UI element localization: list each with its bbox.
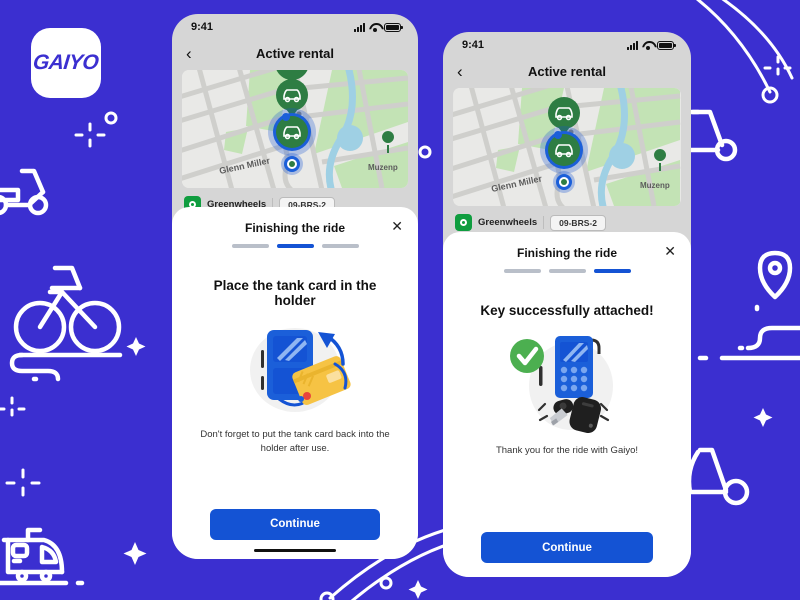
bicycle-icon	[9, 265, 123, 382]
sheet-header: Finishing the ride ✕	[443, 232, 691, 273]
success-check-icon	[510, 338, 544, 373]
status-bar: 9:41	[172, 14, 418, 40]
nav-bar: ‹ Active rental	[172, 40, 418, 66]
vehicle-info-row: Greenwheels 09-BRS-2	[443, 206, 691, 231]
wifi-icon	[369, 23, 380, 32]
tank-card-holder-illustration	[250, 327, 351, 412]
step-2	[548, 269, 586, 273]
step-progress	[172, 244, 418, 248]
battery-icon	[384, 22, 403, 32]
car-marker-blue	[540, 126, 588, 174]
location-pin-icon	[757, 250, 793, 300]
continue-button[interactable]: Continue	[481, 532, 653, 563]
key-fob-device-illustration	[510, 335, 613, 433]
continue-button[interactable]: Continue	[210, 508, 380, 540]
home-indicator	[254, 548, 336, 552]
svg-text:Muzenp: Muzenp	[640, 181, 670, 190]
sheet-headline: Key successfully attached!	[480, 302, 654, 318]
scooter-icon	[0, 168, 49, 216]
bottom-sheet-key-attached: Finishing the ride ✕ Key successfully at…	[443, 232, 691, 577]
location-dot-marker	[553, 171, 575, 193]
kick-scooter-icon	[686, 447, 750, 506]
gaiyo-logo: GAIYO	[31, 28, 101, 98]
phone-screen-key-attached: 9:41 ‹ Active rental Glenn Miller Muzenp…	[443, 32, 691, 577]
map-view[interactable]: Glenn Miller Muzenp	[453, 88, 681, 206]
gaiyo-logo-text: GAIYO	[32, 51, 100, 74]
route-line-icon	[697, 304, 800, 361]
svg-text:Muzenp: Muzenp	[368, 163, 398, 172]
sheet-body: Key successfully attached! Thank you for…	[443, 273, 691, 578]
dot-icon	[104, 111, 118, 125]
provider-name: Greenwheels	[478, 217, 538, 228]
page-title: Active rental	[527, 63, 607, 79]
dot-icon	[418, 145, 432, 159]
location-dot-marker	[281, 153, 303, 175]
license-plate: 09-BRS-2	[550, 214, 606, 231]
cellular-signal-icon	[354, 22, 365, 32]
cellular-signal-icon	[627, 40, 638, 50]
phone-screen-tank-card: 9:41 ‹ Active rental Glenn Miller Muzenp…	[172, 14, 418, 559]
status-bar: 9:41	[443, 32, 691, 58]
sheet-headline: Place the tank card in the holder	[213, 277, 377, 308]
sheet-subtext: Thank you for the ride with Gaiyo!	[495, 444, 639, 456]
map-view[interactable]: Glenn Miller Muzenp	[182, 70, 408, 188]
dot-icon	[379, 576, 393, 590]
close-icon[interactable]: ✕	[664, 244, 676, 258]
page-title: Active rental	[255, 45, 335, 61]
step-3	[321, 244, 359, 248]
nav-bar: ‹ Active rental	[443, 58, 691, 84]
close-icon[interactable]: ✕	[391, 219, 403, 233]
arc-line-icon	[695, 0, 794, 104]
battery-icon	[657, 40, 676, 50]
sheet-subtext: Don't forget to put the tank card back i…	[200, 428, 390, 454]
sheet-body: Place the tank card in the holder Don't …	[172, 248, 418, 560]
wifi-icon	[642, 41, 653, 50]
sheet-title: Finishing the ride	[244, 221, 345, 235]
sheet-title: Finishing the ride	[516, 246, 617, 260]
train-icon	[0, 527, 85, 586]
sheet-header: Finishing the ride ✕	[172, 207, 418, 248]
step-progress	[443, 269, 691, 273]
car-marker-blue	[268, 108, 316, 156]
divider	[543, 216, 545, 229]
greenwheels-logo-icon	[455, 214, 472, 231]
step-1	[503, 269, 541, 273]
bottom-sheet-tank-card: Finishing the ride ✕ Place the tank card…	[172, 207, 418, 559]
status-time: 9:41	[191, 21, 214, 33]
step-3	[593, 269, 631, 273]
step-2	[276, 244, 314, 248]
status-time: 9:41	[462, 39, 485, 51]
step-1	[231, 244, 269, 248]
